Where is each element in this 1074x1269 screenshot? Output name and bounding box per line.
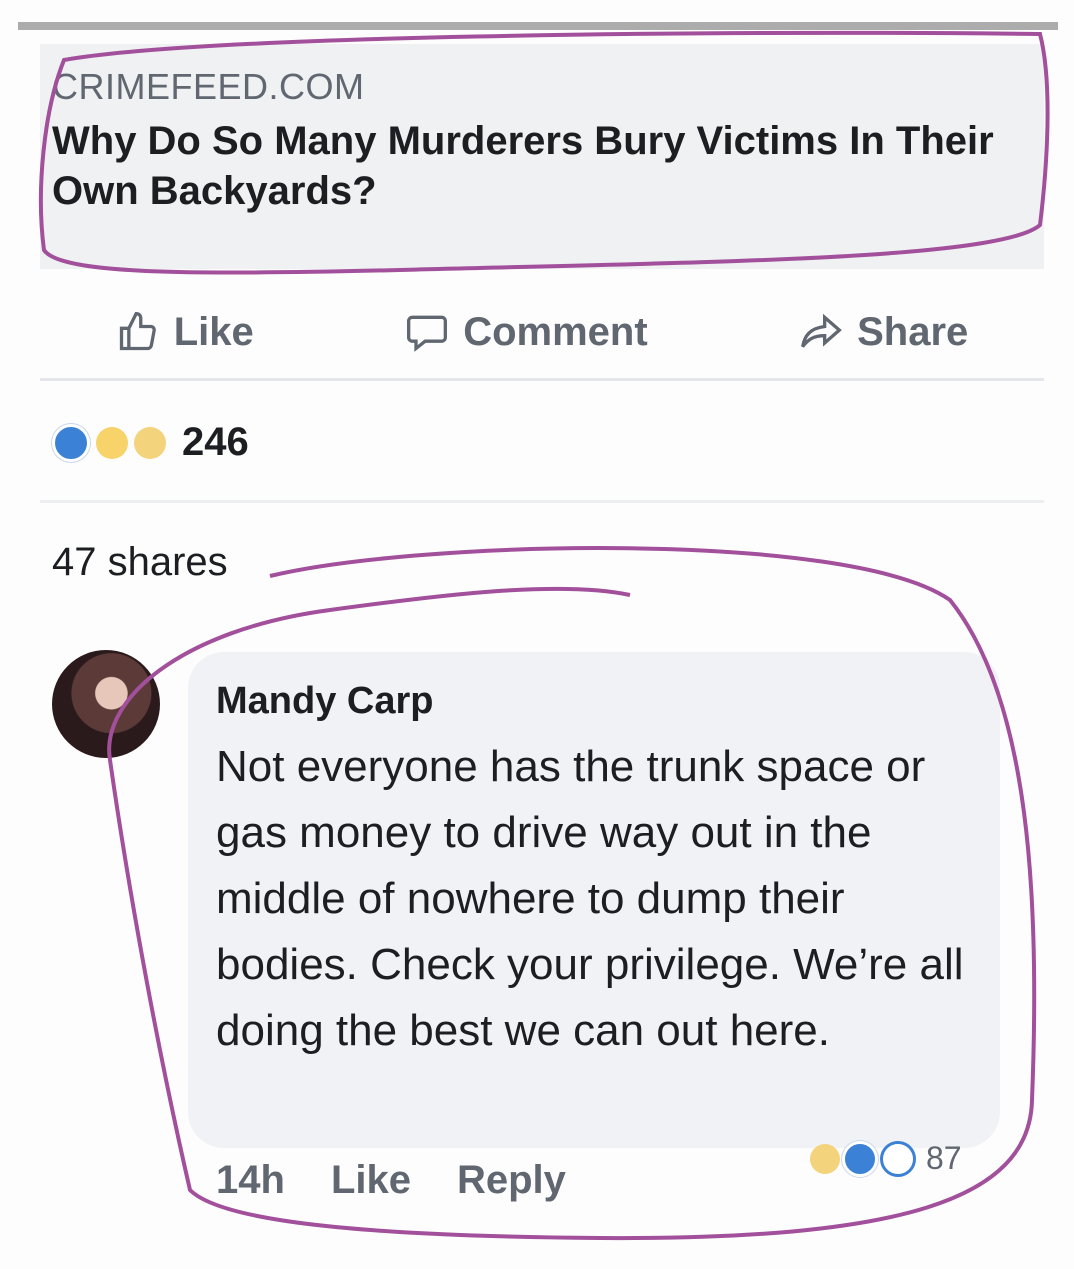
comment-circle-annotation [107, 546, 1037, 1241]
headline-circle-annotation [38, 30, 1050, 275]
facebook-post: CRIMEFEED.COM Why Do So Many Murderers B… [0, 0, 1074, 1269]
hand-drawn-annotations [38, 30, 1050, 1241]
